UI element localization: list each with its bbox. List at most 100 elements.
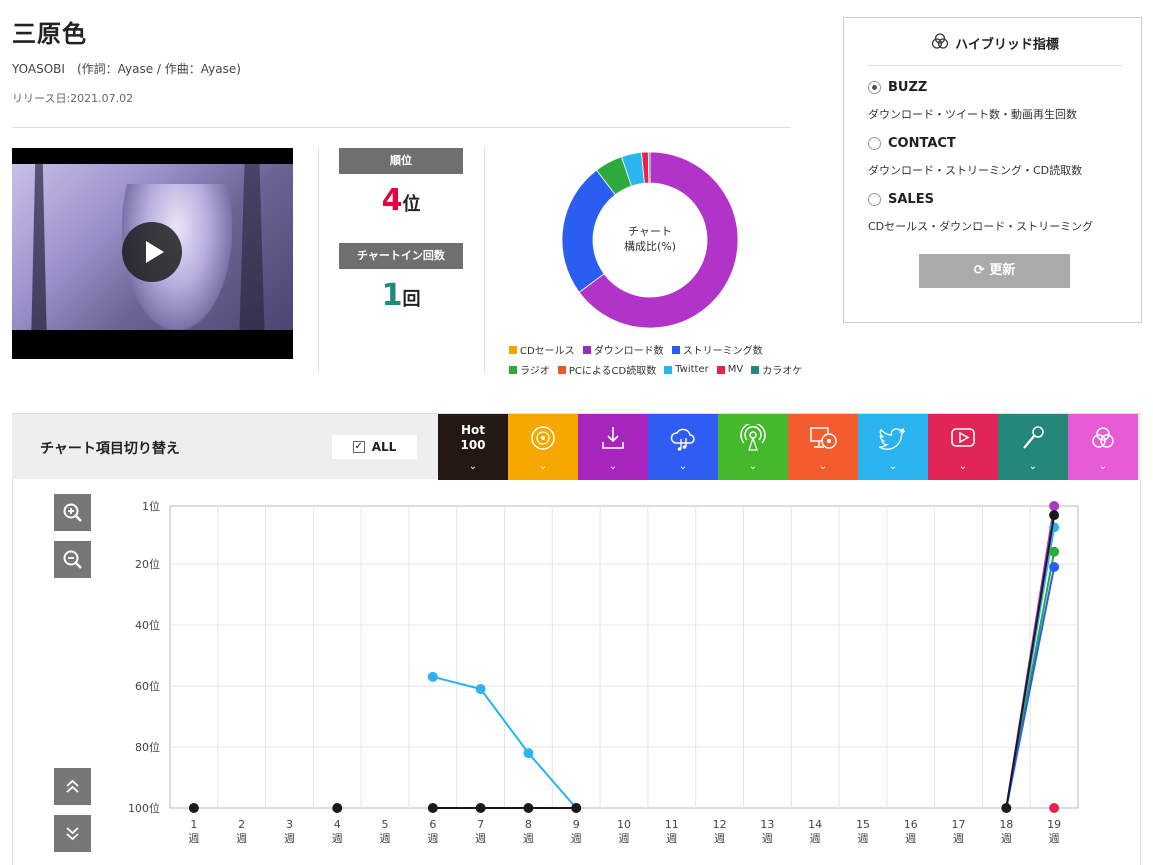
microphone-icon bbox=[1023, 426, 1044, 449]
x-tick-unit: 週 bbox=[762, 832, 773, 845]
radio-icon[interactable] bbox=[868, 137, 881, 150]
header-divider bbox=[12, 127, 791, 128]
song-title: 三原色 bbox=[12, 20, 87, 48]
x-tick-label: 14 bbox=[808, 818, 822, 831]
x-tick-label: 4 bbox=[334, 818, 341, 831]
hybrid-title: ハイブリッド指標 bbox=[868, 32, 1122, 66]
hybrid-desc-buzz: ダウンロード・ツイート数・動画再生回数 bbox=[868, 108, 1077, 121]
x-tick-unit: 週 bbox=[475, 832, 486, 845]
x-tick-unit: 週 bbox=[714, 832, 725, 845]
legend-label: ラジオ bbox=[520, 366, 550, 377]
chartin-value: 1回 bbox=[381, 278, 421, 313]
tab-mv[interactable]: ⌄ bbox=[928, 414, 998, 480]
x-tick-label: 11 bbox=[665, 818, 679, 831]
legend-label: CDセールス bbox=[520, 346, 575, 357]
legend-item: MV bbox=[716, 362, 744, 377]
release-date: リリース日:2021.07.02 bbox=[12, 92, 134, 105]
radio-icon[interactable] bbox=[868, 81, 881, 94]
data-point-mv[interactable] bbox=[1049, 803, 1060, 813]
rank-line-chart: 1位20位40位60位80位100位1週2週3週4週5週6週7週8週9週10週1… bbox=[128, 499, 1079, 845]
legend-label: Twitter bbox=[675, 364, 709, 375]
legend-swatch bbox=[582, 345, 591, 354]
refresh-button[interactable]: ⟳ 更新 bbox=[919, 254, 1070, 288]
radio-icon bbox=[740, 424, 766, 451]
tab-download[interactable]: ⌄ bbox=[578, 414, 648, 480]
x-tick-label: 17 bbox=[952, 818, 966, 831]
tab-pc-cd-read[interactable]: ⌄ bbox=[788, 414, 858, 480]
data-point-radio[interactable] bbox=[1049, 546, 1060, 557]
data-point-streaming[interactable] bbox=[1049, 562, 1060, 573]
data-point-hot100[interactable] bbox=[475, 803, 486, 813]
x-tick-label: 18 bbox=[999, 818, 1013, 831]
legend-label: PCによるCD読取数 bbox=[568, 366, 657, 377]
chevron-down-icon: ⌄ bbox=[468, 461, 478, 472]
legend-swatch bbox=[671, 345, 680, 354]
y-tick-label: 100位 bbox=[128, 801, 160, 815]
data-point-twitter[interactable] bbox=[427, 671, 438, 682]
x-tick-label: 12 bbox=[713, 818, 727, 831]
donut-center-label: チャート 構成比(%) bbox=[623, 225, 677, 253]
data-point-hot100[interactable] bbox=[427, 803, 438, 813]
x-tick-label: 10 bbox=[617, 818, 631, 831]
y-tick-label: 20位 bbox=[135, 557, 160, 571]
venn-icon bbox=[931, 32, 949, 58]
tab-hot100[interactable]: Hot 100 ⌄ bbox=[438, 414, 508, 480]
hybrid-option-buzz[interactable]: BUZZ bbox=[868, 80, 927, 95]
legend-item: ダウンロード数 bbox=[582, 342, 664, 357]
x-tick-unit: 週 bbox=[1001, 832, 1012, 845]
data-point-twitter[interactable] bbox=[475, 684, 486, 695]
check-icon[interactable]: ✓ bbox=[352, 441, 365, 453]
data-point-hot100[interactable] bbox=[188, 803, 199, 813]
disc-icon bbox=[531, 426, 555, 450]
hybrid-option-sales[interactable]: SALES bbox=[868, 192, 934, 207]
data-point-hot100[interactable] bbox=[332, 803, 343, 813]
x-tick-label: 15 bbox=[856, 818, 870, 831]
x-tick-unit: 週 bbox=[284, 832, 295, 845]
venn-icon bbox=[1092, 427, 1114, 448]
chart-item-switcher: チャート項目切り替え ✓ ALL Hot 100 ⌄ ⌄ ⌄ ⌄ ⌄ ⌄ ⌄ ⌄ ⌄ ⌄ bbox=[12, 413, 1141, 480]
data-point-hot100[interactable] bbox=[523, 803, 534, 813]
tab-twitter[interactable]: ⌄ bbox=[858, 414, 928, 480]
play-icon[interactable] bbox=[122, 222, 182, 282]
tab-hybrid[interactable]: ⌄ bbox=[1068, 414, 1138, 480]
tab-cd-sales[interactable]: ⌄ bbox=[508, 414, 578, 480]
data-point-download[interactable] bbox=[1049, 501, 1060, 511]
x-tick-label: 7 bbox=[477, 818, 484, 831]
chevron-down-icon: ⌄ bbox=[1028, 461, 1038, 472]
x-tick-unit: 週 bbox=[571, 832, 582, 845]
switcher-label: チャート項目切り替え bbox=[40, 441, 180, 457]
data-point-hot100[interactable] bbox=[1049, 510, 1060, 521]
x-tick-unit: 週 bbox=[905, 832, 916, 845]
plot-area bbox=[169, 505, 1079, 809]
legend-item: ラジオ bbox=[509, 362, 550, 377]
rank-value: 4位 bbox=[381, 183, 421, 218]
tab-karaoke[interactable]: ⌄ bbox=[998, 414, 1068, 480]
legend-swatch bbox=[509, 345, 517, 354]
x-tick-label: 5 bbox=[382, 818, 389, 831]
radio-icon[interactable] bbox=[868, 193, 881, 206]
x-tick-unit: 週 bbox=[427, 832, 438, 845]
y-tick-label: 40位 bbox=[135, 618, 160, 632]
x-tick-label: 2 bbox=[238, 818, 245, 831]
hybrid-option-contact[interactable]: CONTACT bbox=[868, 136, 956, 151]
legend-label: MV bbox=[727, 364, 744, 375]
hybrid-index-panel: ハイブリッド指標 BUZZ ダウンロード・ツイート数・動画再生回数 CONTAC… bbox=[843, 17, 1142, 323]
data-point-hot100[interactable] bbox=[1001, 803, 1012, 813]
artist-credit: YOASOBI (作詞：Ayase / 作曲：Ayase) bbox=[12, 62, 241, 76]
tab-streaming[interactable]: ⌄ bbox=[648, 414, 718, 480]
chevron-down-icon: ⌄ bbox=[748, 461, 758, 472]
x-tick-unit: 週 bbox=[380, 832, 391, 845]
chevron-down-icon: ⌄ bbox=[958, 461, 968, 472]
donut-slice-5 bbox=[647, 151, 651, 184]
all-checkbox-button[interactable]: ✓ ALL bbox=[332, 435, 417, 459]
legend-swatch bbox=[751, 365, 760, 374]
data-point-hot100[interactable] bbox=[571, 803, 582, 813]
x-tick-unit: 週 bbox=[1049, 832, 1060, 845]
x-tick-label: 16 bbox=[904, 818, 918, 831]
legend-item: ストリーミング数 bbox=[671, 342, 763, 357]
y-tick-label: 60位 bbox=[135, 679, 160, 693]
video-player[interactable] bbox=[12, 148, 293, 359]
x-tick-unit: 週 bbox=[188, 832, 199, 845]
data-point-twitter[interactable] bbox=[523, 748, 534, 759]
tab-radio[interactable]: ⌄ bbox=[718, 414, 788, 480]
